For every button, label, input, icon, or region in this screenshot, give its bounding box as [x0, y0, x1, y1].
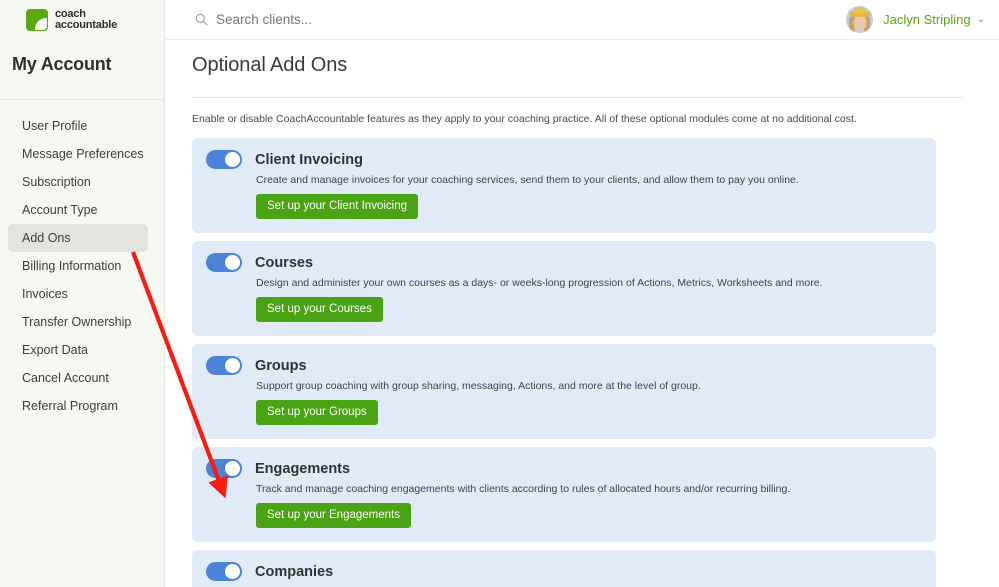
search-input[interactable] — [216, 12, 516, 27]
brand-logo-text: coach accountable — [55, 8, 117, 32]
sidebar-item-label: Subscription — [22, 175, 91, 189]
addon-title: Client Invoicing — [255, 151, 363, 168]
page-description: Enable or disable CoachAccountable featu… — [192, 113, 857, 125]
sidebar-item-referral-program[interactable]: Referral Program — [8, 392, 148, 420]
addon-description: Create and manage invoices for your coac… — [256, 174, 799, 186]
sidebar-item-account-type[interactable]: Account Type — [8, 196, 148, 224]
addon-description: Track and manage coaching engagements wi… — [256, 483, 791, 495]
sidebar-item-label: Invoices — [22, 287, 68, 301]
topbar: Jaclyn Stripling ⌄ — [165, 0, 999, 40]
search-icon — [195, 13, 208, 26]
sidebar-item-label: Export Data — [22, 343, 89, 357]
brand-logo-line2: accountable — [55, 19, 117, 31]
sidebar-item-label: Message Preferences — [22, 147, 144, 161]
title-divider — [192, 97, 963, 98]
sidebar-item-invoices[interactable]: Invoices — [8, 280, 148, 308]
search-box[interactable] — [195, 12, 846, 27]
addon-card-list: Client Invoicing Create and manage invoic… — [192, 138, 999, 587]
sidebar-item-label: Billing Information — [22, 259, 122, 273]
addon-card-courses: Courses Design and administer your own co… — [192, 241, 936, 336]
addon-card-companies: CompaniesOrganize clients by company, is… — [192, 550, 936, 587]
setup-engagements-button[interactable]: Set up your Engagements — [256, 503, 411, 528]
page-title: Optional Add Ons — [192, 54, 348, 76]
avatar — [846, 6, 874, 33]
sidebar-item-label: Referral Program — [22, 399, 118, 413]
toggle-engagements[interactable] — [206, 459, 242, 478]
coachaccountable-logo-icon — [26, 9, 48, 31]
addon-card-groups: Groups Support group coaching with group … — [192, 344, 936, 439]
addon-description: Design and administer your own courses a… — [256, 277, 823, 289]
addon-card-header: Client Invoicing — [206, 150, 922, 169]
toggle-companies[interactable] — [206, 562, 242, 581]
sidebar-item-transfer-ownership[interactable]: Transfer Ownership — [8, 308, 148, 336]
addon-title: Companies — [255, 563, 334, 580]
sidebar-item-billing-information[interactable]: Billing Information — [8, 252, 148, 280]
sidebar-item-label: Account Type — [22, 203, 98, 217]
sidebar-item-message-preferences[interactable]: Message Preferences — [8, 140, 148, 168]
sidebar-item-subscription[interactable]: Subscription — [8, 168, 148, 196]
sidebar-nav: User Profile Message Preferences Subscript… — [0, 100, 164, 420]
addon-card-header: Courses — [206, 253, 922, 272]
addon-card-header: Engagements — [206, 459, 922, 478]
sidebar-item-add-ons[interactable]: Add Ons — [8, 224, 148, 252]
sidebar-item-export-data[interactable]: Export Data — [8, 336, 148, 364]
brand-logo[interactable]: coach accountable — [0, 0, 164, 40]
addon-card-engagements: Engagements Track and manage coaching eng… — [192, 447, 936, 542]
toggle-client-invoicing[interactable] — [206, 150, 242, 169]
addon-title: Courses — [255, 254, 314, 271]
user-menu[interactable]: Jaclyn Stripling ⌄ — [846, 6, 985, 33]
main-content: Optional Add Ons Enable or disable Coach… — [165, 40, 999, 587]
toggle-courses[interactable] — [206, 253, 242, 272]
addon-card-header: Groups — [206, 356, 922, 375]
sidebar: coach accountable My Account User Profil… — [0, 0, 165, 587]
sidebar-item-label: User Profile — [22, 119, 88, 133]
toggle-groups[interactable] — [206, 356, 242, 375]
sidebar-item-label: Add Ons — [22, 231, 71, 245]
addon-card-header: Companies — [206, 562, 922, 581]
sidebar-title: My Account — [12, 54, 112, 74]
sidebar-item-label: Cancel Account — [22, 371, 109, 385]
sidebar-item-cancel-account[interactable]: Cancel Account — [8, 364, 148, 392]
chevron-down-icon: ⌄ — [976, 14, 985, 25]
setup-courses-button[interactable]: Set up your Courses — [256, 297, 383, 322]
addon-title: Groups — [255, 357, 307, 374]
sidebar-item-user-profile[interactable]: User Profile — [8, 112, 148, 140]
setup-groups-button[interactable]: Set up your Groups — [256, 400, 378, 425]
addon-description: Support group coaching with group sharin… — [256, 380, 701, 392]
sidebar-item-label: Transfer Ownership — [22, 315, 132, 329]
addon-title: Engagements — [255, 460, 351, 477]
setup-client-invoicing-button[interactable]: Set up your Client Invoicing — [256, 194, 418, 219]
app-root: coach accountable My Account User Profil… — [0, 0, 999, 587]
user-name: Jaclyn Stripling — [883, 12, 971, 27]
addon-card-client-invoicing: Client Invoicing Create and manage invoic… — [192, 138, 936, 233]
